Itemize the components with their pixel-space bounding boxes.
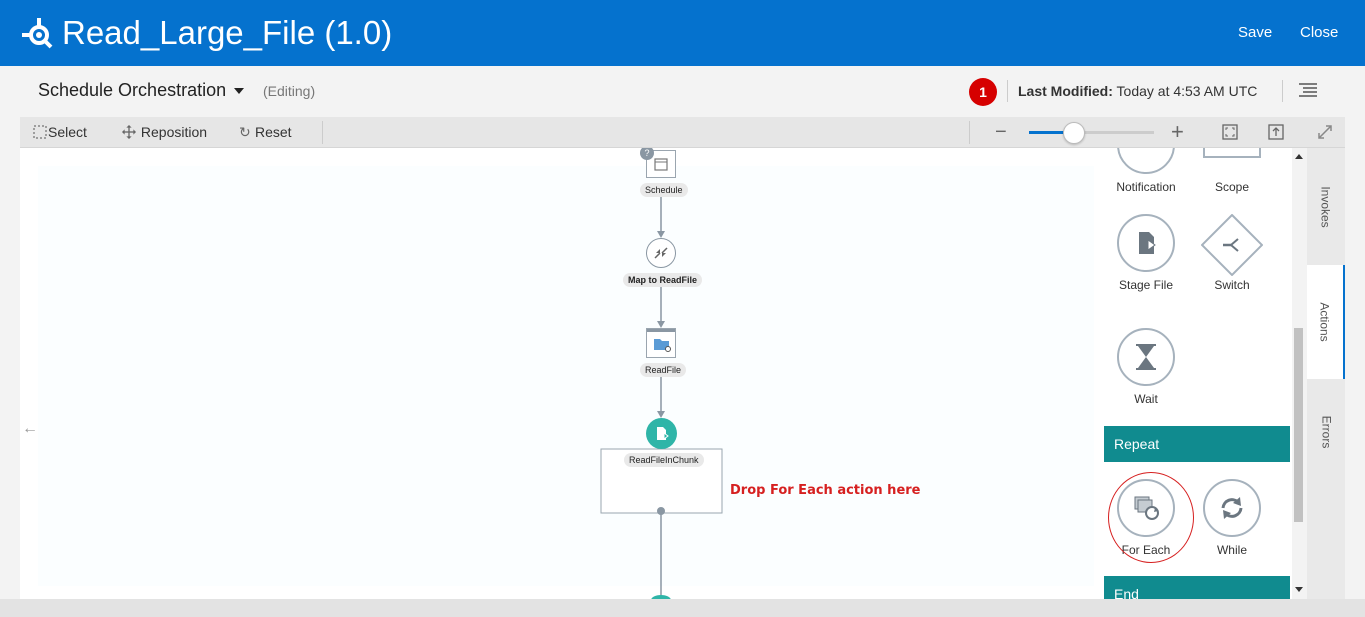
file-read-icon: [647, 329, 675, 352]
readfileinchunk-node-label: ReadFileInChunk: [624, 453, 704, 467]
last-modified: Last Modified: Today at 4:53 AM UTC: [1018, 83, 1257, 99]
reposition-tool-button[interactable]: Reposition: [121, 124, 207, 140]
tab-actions-label: Actions: [1318, 302, 1333, 342]
palette-item-wait[interactable]: Wait: [1101, 328, 1191, 406]
palette-item-notification[interactable]: Notification: [1101, 148, 1191, 194]
zoom-out-button[interactable]: −: [995, 121, 1007, 144]
stage-file-icon: [657, 427, 669, 440]
zoom-slider[interactable]: [1029, 131, 1154, 134]
scroll-down-icon[interactable]: [1295, 587, 1303, 592]
select-label: Select: [48, 124, 87, 140]
integration-logo-icon: [22, 18, 53, 49]
right-gutter: [1345, 117, 1365, 599]
map-icon: [654, 247, 668, 259]
menu-icon[interactable]: [1299, 82, 1317, 98]
save-button[interactable]: Save: [1238, 24, 1272, 41]
zoom-in-button[interactable]: +: [1171, 119, 1184, 145]
map-node-label: Map to ReadFile: [623, 273, 703, 287]
readfile-node[interactable]: [646, 328, 676, 358]
page-title: Read_Large_File (1.0): [62, 14, 393, 51]
stage-file-icon: [1117, 214, 1175, 272]
drop-hint: Drop For Each action here: [730, 483, 921, 498]
editing-status: (Editing): [263, 83, 316, 99]
reposition-label: Reposition: [140, 124, 208, 140]
palette-item-switch[interactable]: Switch: [1187, 214, 1277, 292]
orchestration-canvas[interactable]: ? Schedule Map to ReadFile ReadFile Read…: [20, 148, 1094, 599]
select-icon: [33, 125, 47, 139]
palette-item-while[interactable]: While: [1187, 479, 1277, 557]
divider: [322, 121, 323, 144]
map-node[interactable]: [646, 238, 676, 268]
palette-item-label: Wait: [1134, 392, 1158, 406]
zoom-slider-fill: [1029, 131, 1067, 134]
fit-to-screen-icon[interactable]: [1222, 124, 1238, 140]
hourglass-icon: [1117, 328, 1175, 386]
palette-item-stage-file[interactable]: Stage File: [1101, 214, 1191, 292]
readfile-node-label: ReadFile: [640, 363, 687, 377]
flow-connectors: [600, 188, 723, 599]
orchestration-title[interactable]: Schedule Orchestration: [38, 80, 226, 101]
palette-item-label: Notification: [1116, 180, 1176, 194]
reset-label: Reset: [255, 124, 292, 140]
expand-icon[interactable]: [1317, 124, 1333, 140]
canvas-toolbar: Select Reposition ↻ Reset − +: [20, 117, 1345, 148]
palette-item-label: Switch: [1214, 278, 1250, 292]
switch-icon: [1201, 214, 1263, 276]
divider: [1282, 80, 1283, 102]
tab-errors[interactable]: Errors: [1307, 379, 1345, 485]
orchestration-header: Schedule Orchestration (Editing) 1 Last …: [0, 66, 1365, 116]
move-icon: [122, 125, 136, 139]
palette-scrollbar[interactable]: [1292, 148, 1305, 599]
for-each-highlight: [1108, 472, 1194, 563]
collapse-left-icon[interactable]: ←: [22, 420, 38, 438]
reset-icon: ↻: [239, 124, 251, 140]
reset-tool-button[interactable]: ↻ Reset: [239, 124, 292, 141]
tab-invokes[interactable]: Invokes: [1307, 148, 1345, 265]
palette-item-label: While: [1216, 543, 1247, 557]
palette-item-label: Stage File: [1118, 278, 1174, 292]
palette-item-label: Scope: [1214, 180, 1250, 194]
export-icon[interactable]: [1268, 124, 1284, 140]
notification-badge[interactable]: 1: [969, 78, 997, 106]
close-button[interactable]: Close: [1300, 24, 1338, 41]
last-modified-label: Last Modified:: [1018, 83, 1113, 99]
bottom-bar: [0, 599, 1365, 617]
tab-invokes-label: Invokes: [1319, 185, 1334, 228]
loop-icon: [1203, 479, 1261, 537]
schedule-node-label: Schedule: [640, 183, 688, 197]
app-header: Read_Large_File (1.0) Save Close: [0, 0, 1365, 66]
palette-item-scope[interactable]: Scope: [1187, 148, 1277, 194]
section-header-repeat[interactable]: Repeat: [1104, 426, 1290, 462]
readfileinchunk-node[interactable]: [646, 418, 677, 449]
scroll-up-icon[interactable]: [1295, 154, 1303, 159]
tab-errors-label: Errors: [1318, 415, 1333, 449]
side-tabs: Invokes Actions Errors: [1307, 148, 1345, 599]
zoom-slider-thumb[interactable]: [1063, 122, 1085, 144]
divider: [969, 121, 970, 144]
last-modified-value: Today at 4:53 AM UTC: [1116, 83, 1258, 99]
scrollbar-thumb[interactable]: [1294, 328, 1303, 522]
select-tool-button[interactable]: Select: [33, 124, 87, 140]
divider: [1007, 80, 1008, 102]
scope-icon: [1203, 148, 1261, 158]
tab-actions[interactable]: Actions: [1307, 265, 1345, 379]
section-header-end[interactable]: End: [1104, 576, 1290, 599]
chevron-down-icon[interactable]: [234, 88, 244, 94]
notification-icon: [1117, 148, 1175, 174]
